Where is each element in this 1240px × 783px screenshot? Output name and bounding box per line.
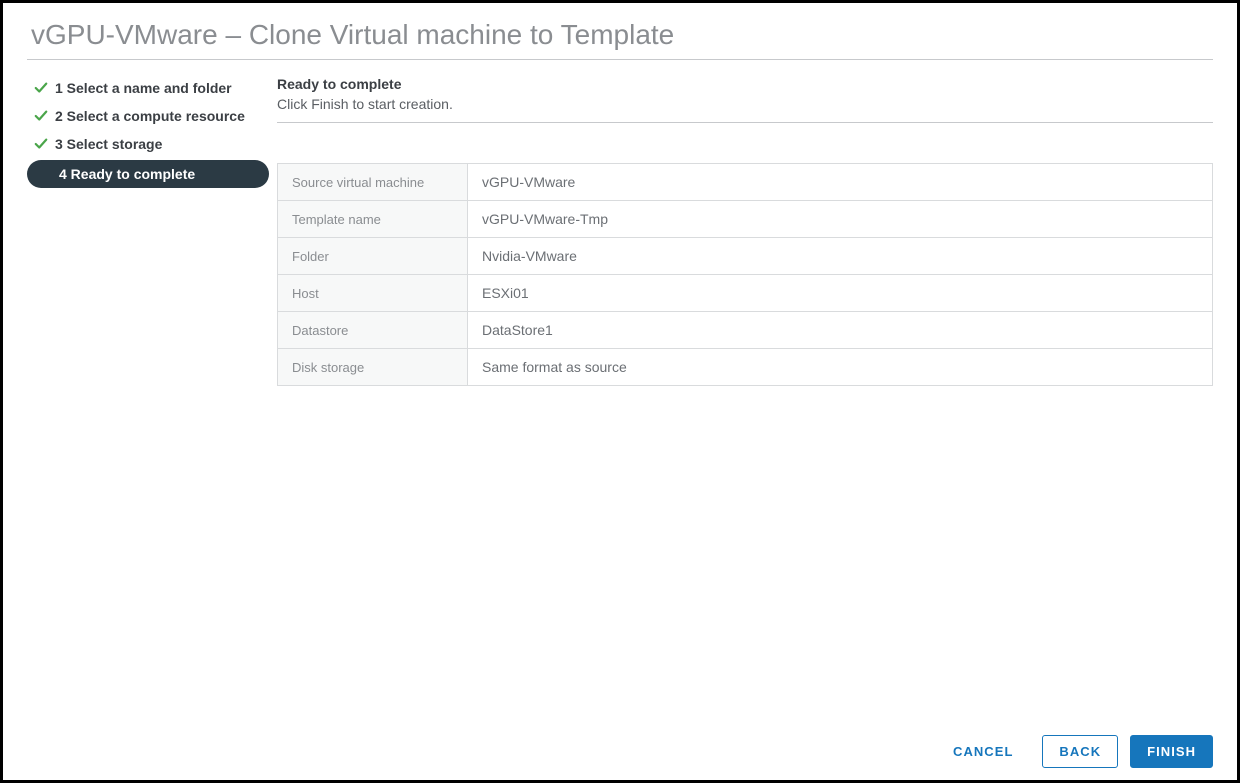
table-row: Source virtual machine vGPU-VMware [278,164,1213,201]
summary-label-template-name: Template name [278,201,468,238]
wizard-main: Ready to complete Click Finish to start … [277,76,1213,768]
summary-label-source-vm: Source virtual machine [278,164,468,201]
summary-value-template-name: vGPU-VMware-Tmp [468,201,1213,238]
finish-button[interactable]: FINISH [1130,735,1213,768]
step-select-name-folder[interactable]: 1 Select a name and folder [27,76,269,100]
checkmark-icon [33,137,49,151]
table-row: Disk storage Same format as source [278,349,1213,386]
checkmark-icon [33,109,49,123]
table-row: Host ESXi01 [278,275,1213,312]
checkmark-icon [33,81,49,95]
summary-label-disk-storage: Disk storage [278,349,468,386]
summary-value-disk-storage: Same format as source [468,349,1213,386]
wizard-footer: CANCEL BACK FINISH [277,719,1213,768]
summary-value-source-vm: vGPU-VMware [468,164,1213,201]
summary-value-host: ESXi01 [468,275,1213,312]
section-subtext: Click Finish to start creation. [277,96,1213,112]
back-button[interactable]: BACK [1042,735,1118,768]
wizard-dialog: vGPU-VMware – Clone Virtual machine to T… [0,0,1240,783]
summary-label-folder: Folder [278,238,468,275]
summary-value-folder: Nvidia-VMware [468,238,1213,275]
step-label: 1 Select a name and folder [55,80,232,96]
step-label: 3 Select storage [55,136,162,152]
section-title: Ready to complete [277,76,1213,92]
page-title: vGPU-VMware – Clone Virtual machine to T… [27,15,1213,60]
summary-value-datastore: DataStore1 [468,312,1213,349]
step-ready-to-complete[interactable]: 4 Ready to complete [27,160,269,188]
step-label: 4 Ready to complete [59,166,195,182]
wizard-body: 1 Select a name and folder 2 Select a co… [27,60,1213,768]
wizard-steps: 1 Select a name and folder 2 Select a co… [27,76,277,768]
summary-table: Source virtual machine vGPU-VMware Templ… [277,163,1213,386]
step-select-storage[interactable]: 3 Select storage [27,132,269,156]
table-row: Datastore DataStore1 [278,312,1213,349]
step-label: 2 Select a compute resource [55,108,245,124]
section-header: Ready to complete Click Finish to start … [277,76,1213,123]
table-row: Template name vGPU-VMware-Tmp [278,201,1213,238]
step-select-compute-resource[interactable]: 2 Select a compute resource [27,104,269,128]
cancel-button[interactable]: CANCEL [936,735,1030,768]
summary-label-host: Host [278,275,468,312]
table-row: Folder Nvidia-VMware [278,238,1213,275]
summary-label-datastore: Datastore [278,312,468,349]
